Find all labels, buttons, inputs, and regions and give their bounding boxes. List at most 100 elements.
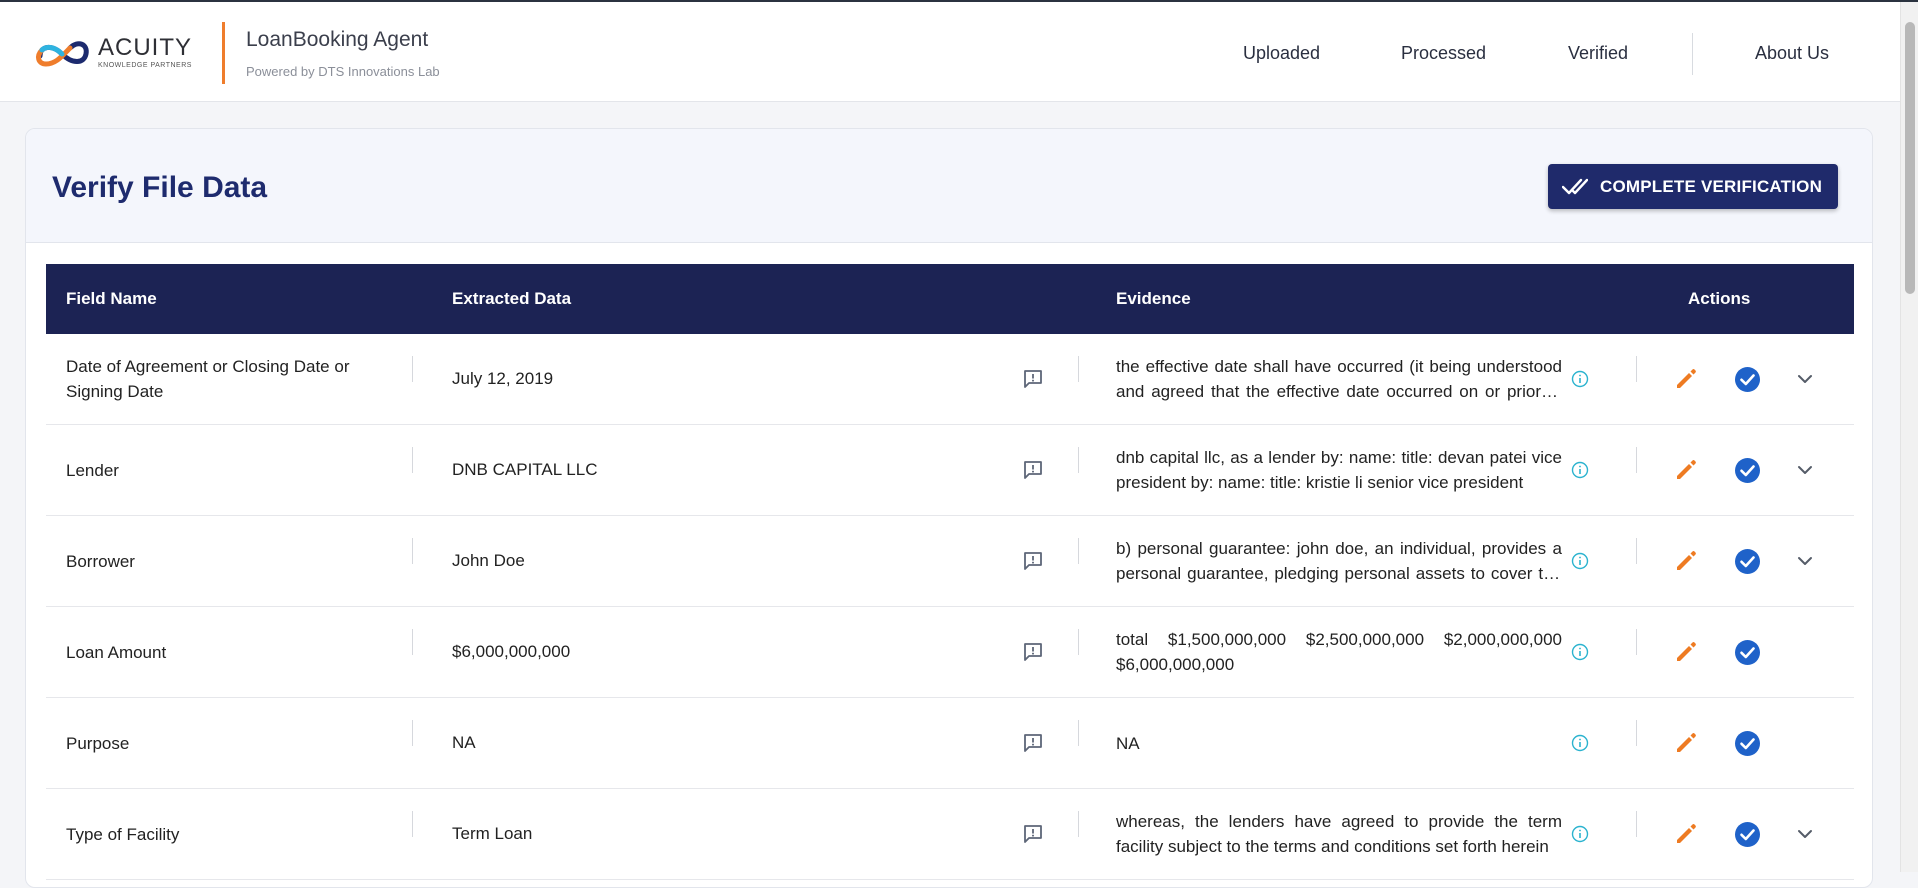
field-name-cell: Borrower bbox=[66, 516, 366, 606]
logo-wordmark: ACUITY bbox=[98, 34, 193, 61]
check-circle-icon[interactable] bbox=[1734, 639, 1761, 666]
cell-separator bbox=[1636, 356, 1637, 382]
field-name: Purpose bbox=[66, 733, 130, 753]
chevron-down-icon[interactable] bbox=[1796, 370, 1814, 388]
pencil-icon[interactable] bbox=[1673, 457, 1699, 483]
check-circle-icon[interactable] bbox=[1734, 730, 1761, 757]
check-circle-icon[interactable] bbox=[1734, 548, 1761, 575]
check-circle-icon[interactable] bbox=[1734, 457, 1761, 484]
field-name: Date of Agreement or Closing Date or Sig… bbox=[66, 357, 350, 401]
cell-separator bbox=[1078, 356, 1079, 382]
info-icon[interactable] bbox=[1571, 734, 1589, 752]
evidence-text: b) personal guarantee: john doe, an indi… bbox=[1116, 539, 1562, 583]
field-name-cell: Purpose bbox=[66, 698, 366, 788]
cell-separator bbox=[412, 720, 413, 746]
evidence-cell: dnb capital llc, as a lender by: name: t… bbox=[1116, 425, 1562, 515]
check-circle-icon[interactable] bbox=[1734, 821, 1761, 848]
evidence-cell: the effective date shall have occurred (… bbox=[1116, 334, 1562, 424]
pencil-icon[interactable] bbox=[1673, 821, 1699, 847]
cell-separator bbox=[1078, 538, 1079, 564]
field-name-cell: Lender bbox=[66, 425, 366, 515]
comment-alert-icon[interactable] bbox=[1022, 823, 1044, 845]
cell-separator bbox=[412, 356, 413, 382]
cell-separator bbox=[412, 811, 413, 837]
field-name-cell: Date of Agreement or Closing Date or Sig… bbox=[66, 334, 366, 424]
evidence-text: whereas, the lenders have agreed to prov… bbox=[1116, 812, 1562, 856]
page-scrollbar[interactable] bbox=[1900, 2, 1918, 872]
header-field-name: Field Name bbox=[66, 289, 157, 308]
app-subtitle: Powered by DTS Innovations Lab bbox=[246, 64, 440, 79]
cell-separator bbox=[1636, 538, 1637, 564]
table-body: Date of Agreement or Closing Date or Sig… bbox=[46, 334, 1854, 880]
evidence-cell: NA bbox=[1116, 698, 1562, 788]
acuity-logo[interactable]: ACUITY KNOWLEDGE PARTNERS bbox=[34, 28, 196, 78]
evidence-cell: total $1,500,000,000 $2,500,000,000 $2,0… bbox=[1116, 607, 1562, 697]
comment-alert-icon[interactable] bbox=[1022, 641, 1044, 663]
cell-separator bbox=[1078, 447, 1079, 473]
table-header: Field Name Extracted Data Evidence Actio… bbox=[46, 264, 1854, 334]
extracted-value: NA bbox=[452, 733, 476, 752]
pencil-icon[interactable] bbox=[1673, 730, 1699, 756]
infinity-logo-icon bbox=[36, 41, 89, 67]
extracted-data-cell: $6,000,000,000 bbox=[452, 607, 952, 697]
pencil-icon[interactable] bbox=[1673, 548, 1699, 574]
verify-card: Verify File Data COMPLETE VERIFICATION F… bbox=[25, 128, 1873, 888]
evidence-text: total $1,500,000,000 $2,500,000,000 $2,0… bbox=[1116, 630, 1562, 674]
verification-table: Field Name Extracted Data Evidence Actio… bbox=[46, 264, 1854, 880]
nav-processed[interactable]: Processed bbox=[1401, 42, 1486, 64]
extracted-data-cell: NA bbox=[452, 698, 952, 788]
logo-tagline: KNOWLEDGE PARTNERS bbox=[98, 62, 192, 69]
table-row: Date of Agreement or Closing Date or Sig… bbox=[46, 334, 1854, 425]
table-row: Type of Facility Term Loan whereas, the … bbox=[46, 789, 1854, 880]
extracted-value: July 12, 2019 bbox=[452, 369, 554, 388]
table-row: Lender DNB CAPITAL LLC dnb capital llc, … bbox=[46, 425, 1854, 516]
table-row: Loan Amount $6,000,000,000 total $1,500,… bbox=[46, 607, 1854, 698]
comment-alert-icon[interactable] bbox=[1022, 550, 1044, 572]
chevron-down-icon[interactable] bbox=[1796, 461, 1814, 479]
field-name-cell: Type of Facility bbox=[66, 789, 366, 879]
cell-separator bbox=[412, 538, 413, 564]
cell-separator bbox=[1078, 720, 1079, 746]
header-evidence: Evidence bbox=[1116, 289, 1191, 308]
complete-verification-button[interactable]: COMPLETE VERIFICATION bbox=[1548, 164, 1838, 209]
field-name: Lender bbox=[66, 460, 119, 480]
evidence-cell: b) personal guarantee: john doe, an indi… bbox=[1116, 516, 1562, 606]
chevron-down-icon[interactable] bbox=[1796, 552, 1814, 570]
chevron-down-icon[interactable] bbox=[1796, 825, 1814, 843]
pencil-icon[interactable] bbox=[1673, 639, 1699, 665]
page-title: Verify File Data bbox=[52, 171, 268, 204]
cell-separator bbox=[1636, 811, 1637, 837]
extracted-data-cell: John Doe bbox=[452, 516, 952, 606]
nav-divider bbox=[1692, 33, 1693, 75]
extracted-value: $6,000,000,000 bbox=[452, 642, 571, 661]
cell-separator bbox=[1636, 447, 1637, 473]
field-name: Type of Facility bbox=[66, 824, 180, 844]
cell-separator bbox=[412, 629, 413, 655]
nav-about-us[interactable]: About Us bbox=[1755, 42, 1829, 64]
cell-separator bbox=[1078, 629, 1079, 655]
nav-verified[interactable]: Verified bbox=[1568, 42, 1628, 64]
field-name: Loan Amount bbox=[66, 642, 167, 662]
comment-alert-icon[interactable] bbox=[1022, 459, 1044, 481]
table-row: Purpose NA NA bbox=[46, 698, 1854, 789]
extracted-value: Term Loan bbox=[452, 824, 533, 843]
nav-uploaded[interactable]: Uploaded bbox=[1243, 42, 1320, 64]
evidence-text: dnb capital llc, as a lender by: name: t… bbox=[1116, 448, 1562, 492]
header-extracted-data: Extracted Data bbox=[452, 289, 572, 308]
check-circle-icon[interactable] bbox=[1734, 366, 1761, 393]
cell-separator bbox=[1636, 720, 1637, 746]
info-icon[interactable] bbox=[1571, 643, 1589, 661]
scrollbar-thumb[interactable] bbox=[1905, 22, 1915, 294]
card-header: Verify File Data COMPLETE VERIFICATION bbox=[26, 129, 1872, 243]
info-icon[interactable] bbox=[1571, 825, 1589, 843]
field-name: Borrower bbox=[66, 551, 135, 571]
header-actions: Actions bbox=[1688, 289, 1751, 308]
info-icon[interactable] bbox=[1571, 552, 1589, 570]
comment-alert-icon[interactable] bbox=[1022, 368, 1044, 390]
pencil-icon[interactable] bbox=[1673, 366, 1699, 392]
info-icon[interactable] bbox=[1571, 370, 1589, 388]
extracted-data-cell: July 12, 2019 bbox=[452, 334, 952, 424]
cell-separator bbox=[1636, 629, 1637, 655]
info-icon[interactable] bbox=[1571, 461, 1589, 479]
comment-alert-icon[interactable] bbox=[1022, 732, 1044, 754]
